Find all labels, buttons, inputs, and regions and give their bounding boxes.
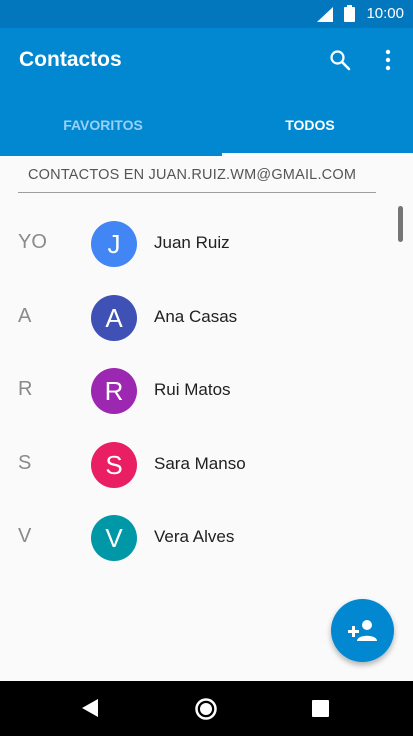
navigation-bar [0, 681, 413, 736]
battery-icon [344, 5, 355, 22]
contact-row[interactable]: V V Vera Alves [0, 501, 395, 575]
add-person-icon [348, 620, 377, 641]
more-vert-icon[interactable] [376, 48, 400, 72]
section-letter: A [18, 304, 32, 327]
avatar: R [91, 368, 137, 414]
section-letter: S [18, 451, 32, 474]
search-icon[interactable] [328, 48, 352, 72]
section-letter: V [18, 525, 32, 547]
avatar: V [91, 515, 137, 561]
signal-icon [317, 7, 333, 22]
app-bar: Contactos FAVORITOS TODOS [0, 28, 413, 156]
avatar: S [91, 441, 137, 488]
contact-row[interactable]: A A Ana Casas [0, 281, 395, 355]
recents-icon[interactable] [312, 700, 329, 717]
tab-favorites[interactable]: FAVORITOS [0, 100, 206, 156]
back-icon[interactable] [81, 698, 99, 718]
contact-name: Rui Matos [154, 380, 231, 399]
account-header[interactable]: CONTACTOS EN JUAN.RUIZ.WM@GMAIL.COM [18, 166, 376, 193]
avatar: A [91, 294, 137, 341]
scrollbar-thumb[interactable] [398, 206, 403, 242]
contact-row[interactable]: YO J Juan Ruiz [0, 207, 395, 281]
home-icon[interactable] [194, 697, 218, 721]
section-letter: YO [18, 231, 47, 253]
contact-list: YO J Juan Ruiz A A Ana Casas R R Rui Mat… [0, 207, 395, 575]
section-letter: R [18, 378, 33, 400]
page-title: Contactos [19, 48, 122, 71]
tab-indicator [222, 153, 413, 156]
account-header-label: CONTACTOS EN JUAN.RUIZ.WM@GMAIL.COM [28, 167, 357, 183]
status-bar: 10:00 [0, 0, 413, 28]
status-time: 10:00 [366, 5, 404, 22]
contact-name: Ana Casas [154, 306, 238, 326]
contact-name: Vera Alves [154, 527, 235, 546]
add-contact-button[interactable] [331, 599, 394, 662]
contact-row[interactable]: S S Sara Manso [0, 428, 395, 502]
avatar: J [91, 221, 137, 267]
tab-all[interactable]: TODOS [207, 100, 413, 156]
contact-name: Juan Ruiz [154, 233, 230, 252]
contact-row[interactable]: R R Rui Matos [0, 354, 395, 428]
contact-name: Sara Manso [154, 453, 246, 473]
